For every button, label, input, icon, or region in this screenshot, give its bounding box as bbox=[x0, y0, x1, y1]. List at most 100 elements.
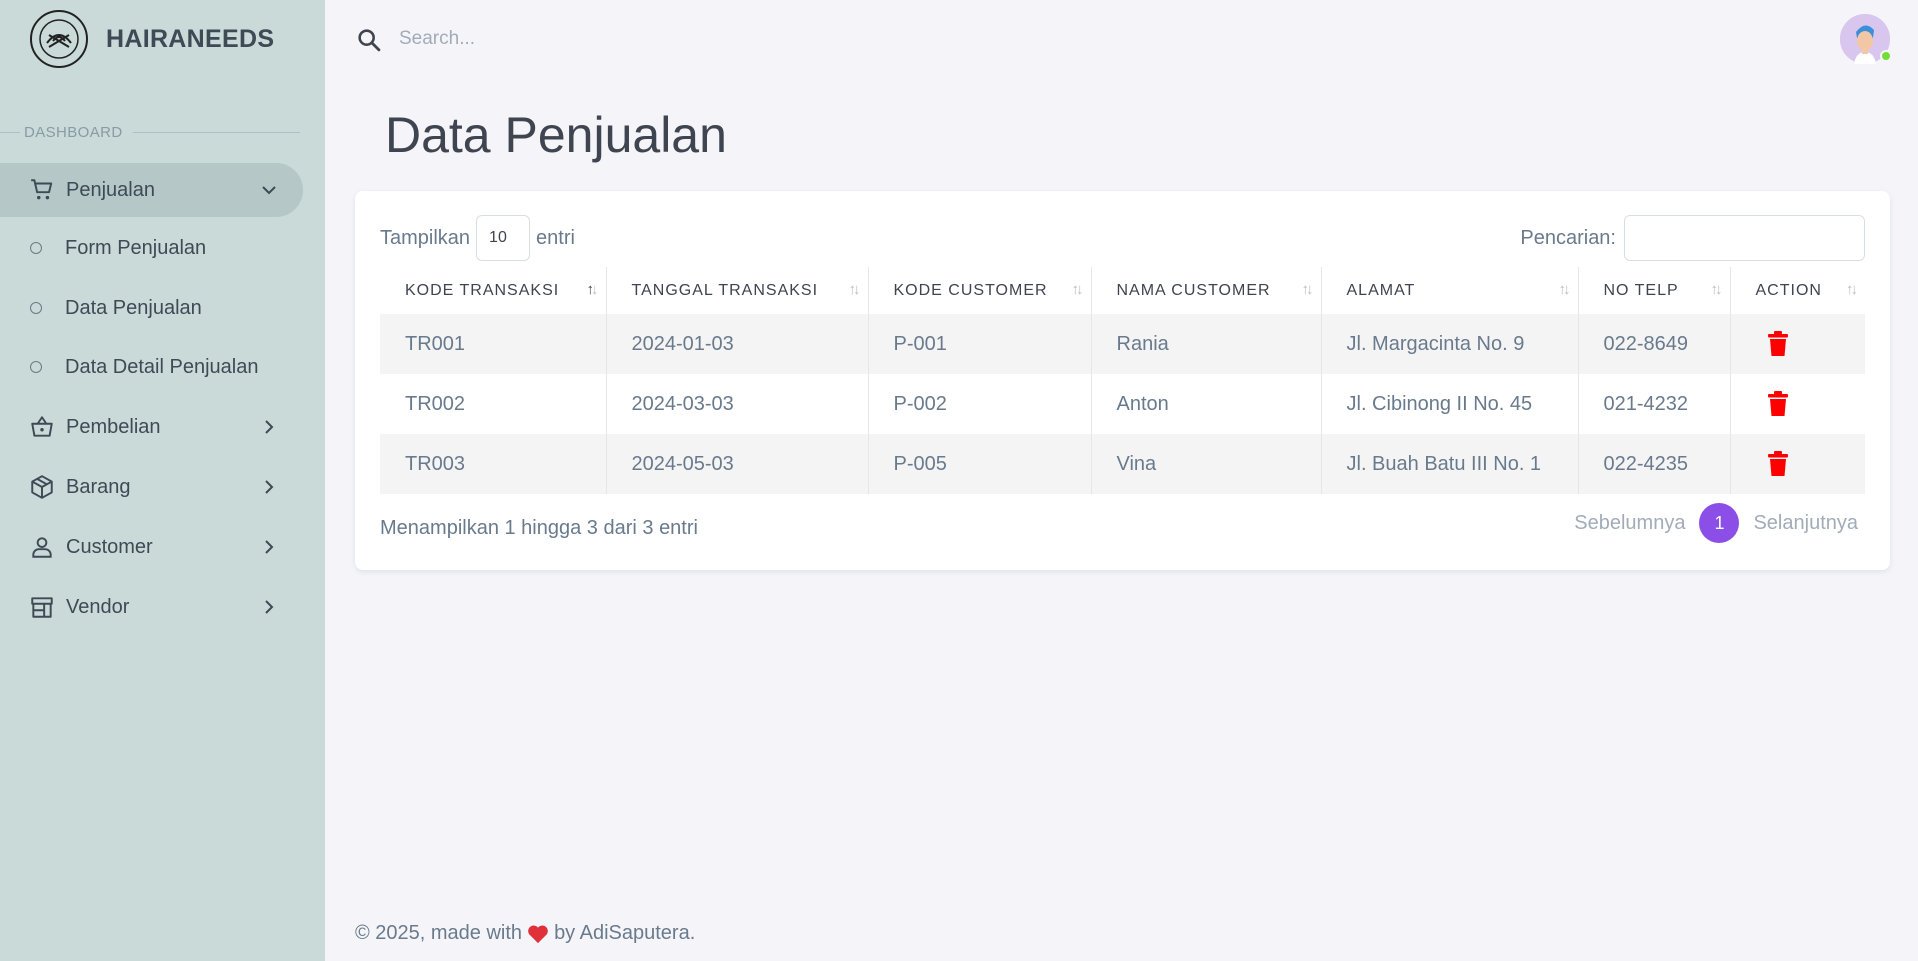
table-cell: Jl. Margacinta No. 9 bbox=[1321, 314, 1579, 374]
sort-icon: ↑↓ bbox=[1071, 281, 1084, 298]
circle-bullet-icon bbox=[30, 302, 42, 314]
table-cell: Jl. Buah Batu III No. 1 bbox=[1321, 434, 1579, 494]
table-row: TR002 2024-03-03 P-002 Anton Jl. Cibinon… bbox=[380, 374, 1865, 434]
table-cell: 022-4235 bbox=[1578, 434, 1731, 494]
brand-logo-icon bbox=[30, 10, 88, 68]
sort-icon: ↑↓ bbox=[848, 281, 861, 298]
table-cell: 2024-03-03 bbox=[606, 374, 869, 434]
store-icon bbox=[28, 593, 56, 621]
column-header[interactable]: NO TELP ↑↓ bbox=[1578, 267, 1731, 314]
column-header[interactable]: KODE CUSTOMER ↑↓ bbox=[868, 267, 1092, 314]
online-status-dot bbox=[1880, 50, 1892, 62]
pagination: Sebelumnya 1 Selanjutnya bbox=[1574, 503, 1858, 543]
sidebar-item-label: Penjualan bbox=[66, 178, 155, 201]
table-cell: 2024-05-03 bbox=[606, 434, 869, 494]
sidebar-item-label: Vendor bbox=[66, 595, 130, 618]
sidebar-item-customer[interactable]: Customer bbox=[0, 520, 303, 574]
footer: © 2025, made with by AdiSaputera. bbox=[355, 922, 695, 945]
chevron-right-icon bbox=[265, 600, 274, 614]
column-header-label: NO TELP bbox=[1603, 281, 1679, 299]
sidebar-item-label: Customer bbox=[66, 535, 153, 558]
column-header-label: TANGGAL TRANSAKSI bbox=[631, 281, 819, 299]
next-page-button[interactable]: Selanjutnya bbox=[1753, 512, 1858, 535]
column-header-label: KODE CUSTOMER bbox=[893, 281, 1048, 299]
column-header[interactable]: ALAMAT ↑↓ bbox=[1321, 267, 1579, 314]
sidebar-item-label: Barang bbox=[66, 475, 131, 498]
table-cell: 022-8649 bbox=[1578, 314, 1731, 374]
trash-icon[interactable] bbox=[1767, 331, 1789, 357]
navbar bbox=[325, 0, 1918, 78]
column-header[interactable]: NAMA CUSTOMER ↑↓ bbox=[1091, 267, 1322, 314]
data-table-card: Tampilkan 10 entri Pencarian: KODE TRANS… bbox=[355, 191, 1890, 570]
table-cell: TR001 bbox=[380, 314, 607, 374]
sidebar-item-label: Form Penjualan bbox=[65, 236, 207, 259]
sidebar-item-penjualan[interactable]: Penjualan bbox=[0, 163, 303, 217]
length-control: Tampilkan 10 entri bbox=[380, 215, 575, 261]
column-header[interactable]: ACTION ↑↓ bbox=[1730, 267, 1865, 314]
chevron-right-icon bbox=[265, 420, 274, 434]
table-cell: TR003 bbox=[380, 434, 607, 494]
brand[interactable]: HAIRANEEDS bbox=[30, 10, 274, 68]
search-icon[interactable] bbox=[355, 26, 383, 54]
box-icon bbox=[28, 473, 56, 501]
table-row: TR001 2024-01-03 P-001 Rania Jl. Margaci… bbox=[380, 314, 1865, 374]
sort-icon: ↑↓ bbox=[1301, 281, 1314, 298]
table-cell: P-005 bbox=[868, 434, 1092, 494]
action-cell bbox=[1730, 434, 1865, 494]
column-header-label: ALAMAT bbox=[1346, 281, 1416, 299]
sort-icon: ↑↓ bbox=[1846, 281, 1858, 298]
chevron-right-icon bbox=[265, 540, 274, 554]
chevron-down-icon bbox=[262, 186, 276, 195]
table-cell: Jl. Cibinong II No. 45 bbox=[1321, 374, 1579, 434]
sort-asc-icon: ↑↓ bbox=[586, 281, 599, 298]
sidebar-item-data-detail-penjualan[interactable]: Data Detail Penjualan bbox=[0, 342, 303, 392]
sort-icon: ↑↓ bbox=[1710, 281, 1723, 298]
user-icon bbox=[28, 533, 56, 561]
sidebar-item-label: Pembelian bbox=[66, 415, 161, 438]
column-header[interactable]: TANGGAL TRANSAKSI ↑↓ bbox=[606, 267, 869, 314]
chevron-right-icon bbox=[265, 480, 274, 494]
entries-label: entri bbox=[536, 226, 575, 249]
search-label: Pencarian: bbox=[1520, 226, 1616, 249]
sidebar-item-pembelian[interactable]: Pembelian bbox=[0, 400, 303, 454]
action-cell bbox=[1730, 314, 1865, 374]
filter-control: Pencarian: bbox=[1520, 215, 1865, 261]
sales-table: KODE TRANSAKSI ↑↓ TANGGAL TRANSAKSI ↑↓ KOD… bbox=[380, 267, 1865, 494]
sort-icon: ↑↓ bbox=[1558, 281, 1571, 298]
table-info: Menampilkan 1 hingga 3 dari 3 entri bbox=[380, 517, 698, 539]
page-1-button[interactable]: 1 bbox=[1699, 503, 1740, 543]
heart-icon bbox=[528, 925, 548, 943]
prev-page-button[interactable]: Sebelumnya bbox=[1574, 512, 1685, 535]
search-input[interactable] bbox=[399, 22, 899, 56]
column-header-label: NAMA CUSTOMER bbox=[1116, 281, 1271, 299]
sidebar-item-barang[interactable]: Barang bbox=[0, 460, 303, 514]
page-title: Data Penjualan bbox=[385, 107, 727, 163]
circle-bullet-icon bbox=[30, 242, 42, 254]
table-cell: P-002 bbox=[868, 374, 1092, 434]
sidebar-item-label: Data Detail Penjualan bbox=[65, 355, 259, 378]
table-cell: P-001 bbox=[868, 314, 1092, 374]
table-cell: Rania bbox=[1091, 314, 1322, 374]
table-cell: TR002 bbox=[380, 374, 607, 434]
table-header-row: KODE TRANSAKSI ↑↓ TANGGAL TRANSAKSI ↑↓ KOD… bbox=[380, 267, 1865, 314]
cart-icon bbox=[28, 176, 56, 204]
table-cell: Anton bbox=[1091, 374, 1322, 434]
action-cell bbox=[1730, 374, 1865, 434]
entries-per-page-select[interactable]: 10 bbox=[476, 215, 531, 261]
footer-prefix: © 2025, made with bbox=[355, 922, 523, 944]
column-header-label: ACTION bbox=[1755, 281, 1822, 299]
sidebar-item-form-penjualan[interactable]: Form Penjualan bbox=[0, 223, 303, 273]
sidebar-item-vendor[interactable]: Vendor bbox=[0, 580, 303, 634]
trash-icon[interactable] bbox=[1767, 451, 1789, 477]
table-cell: Vina bbox=[1091, 434, 1322, 494]
basket-icon bbox=[28, 413, 56, 441]
circle-bullet-icon bbox=[30, 361, 42, 373]
show-label: Tampilkan bbox=[380, 226, 471, 249]
avatar[interactable] bbox=[1840, 14, 1892, 64]
trash-icon[interactable] bbox=[1767, 391, 1789, 417]
table-cell: 2024-01-03 bbox=[606, 314, 869, 374]
sidebar-item-data-penjualan[interactable]: Data Penjualan bbox=[0, 283, 303, 333]
table-search-input[interactable] bbox=[1624, 215, 1865, 261]
column-header[interactable]: KODE TRANSAKSI ↑↓ bbox=[380, 267, 607, 314]
brand-name: HAIRANEEDS bbox=[106, 24, 275, 53]
